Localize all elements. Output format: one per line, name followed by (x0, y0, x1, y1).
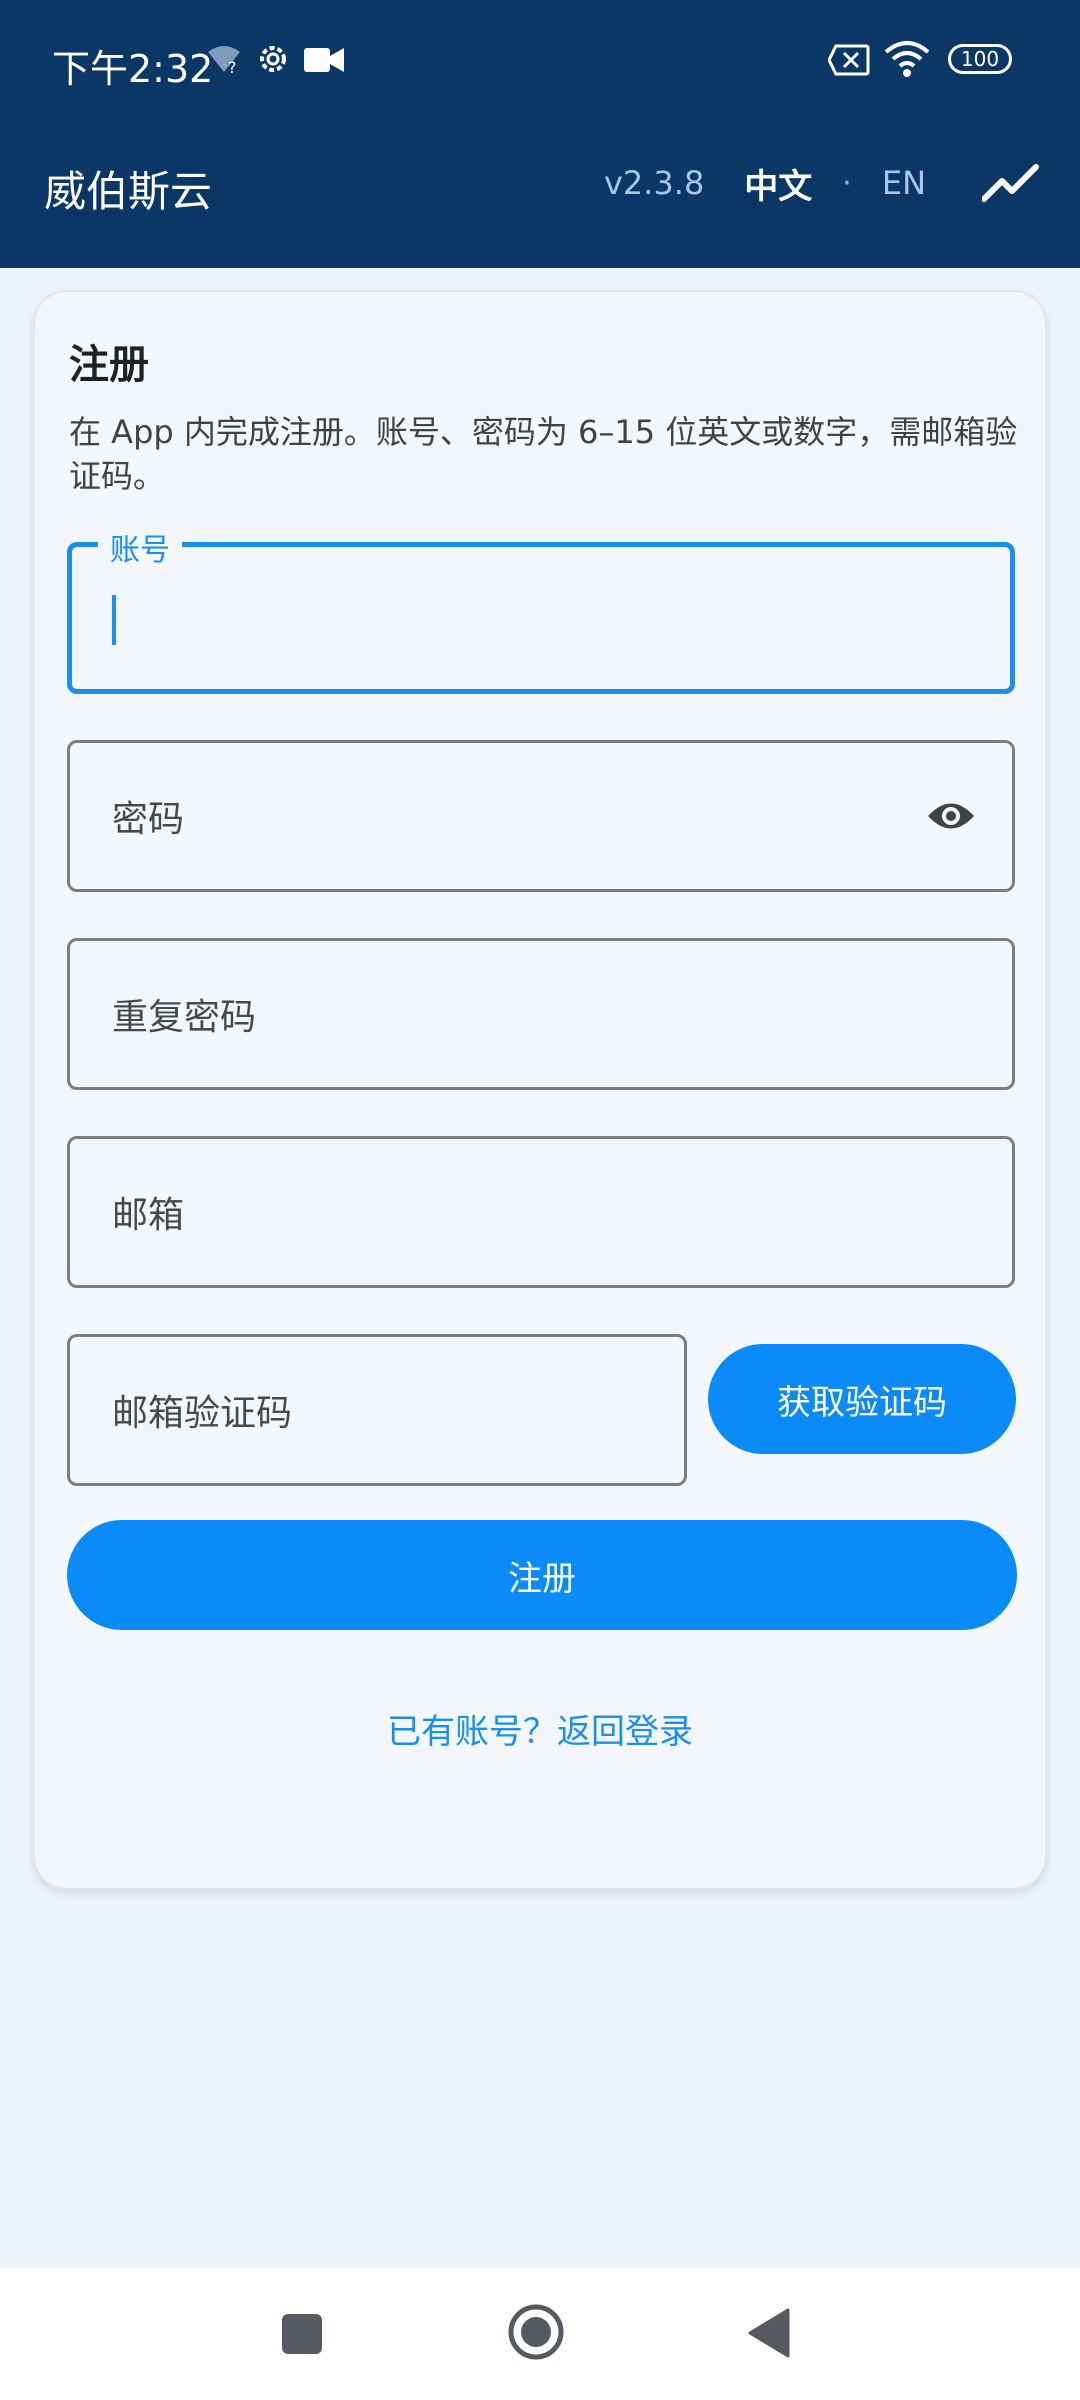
password-placeholder: 密码 (112, 799, 185, 840)
status-bar: 下午2:32 ? 100 (0, 0, 1080, 120)
battery-level: 100 (960, 47, 1000, 71)
app-header: 下午2:32 ? 100 威伯斯云 v2.3.8 中文 · EN (0, 0, 1080, 268)
register-button[interactable]: 注册 (67, 1520, 1017, 1630)
version-label: v2.3.8 (603, 164, 705, 202)
wifi-icon (884, 41, 930, 77)
wifi-question-icon: ? (208, 46, 240, 74)
svg-text:?: ? (228, 58, 237, 74)
repeat-password-field[interactable]: 重复密码 (67, 938, 1015, 1090)
app-title: 威伯斯云 (44, 167, 213, 216)
system-nav-bar (0, 2268, 1080, 2400)
app-bar-actions: v2.3.8 中文 · EN (604, 150, 1040, 216)
register-card: 注册 在 App 内完成注册。账号、密码为 6–15 位英文或数字，需邮箱验证码… (33, 290, 1047, 1890)
recents-square-icon[interactable] (280, 2312, 324, 2356)
register-title: 注册 (69, 342, 149, 388)
repeat-password-placeholder: 重复密码 (112, 997, 257, 1038)
lang-separator: · (842, 165, 852, 201)
password-field[interactable]: 密码 (67, 740, 1015, 892)
gear-icon (260, 46, 286, 72)
email-code-field[interactable]: 邮箱验证码 (67, 1334, 687, 1486)
email-code-placeholder: 邮箱验证码 (112, 1393, 293, 1434)
lang-english-button[interactable]: EN (882, 164, 926, 202)
register-description: 在 App 内完成注册。账号、密码为 6–15 位英文或数字，需邮箱验证码。 (69, 413, 1018, 495)
back-triangle-icon[interactable] (748, 2308, 790, 2358)
sim-off-icon (828, 44, 870, 76)
home-circle-icon[interactable] (506, 2302, 566, 2362)
video-camera-icon (304, 48, 344, 72)
battery-icon: 100 (948, 44, 1012, 74)
status-time: 下午2:32 (52, 47, 214, 91)
email-field[interactable]: 邮箱 (67, 1136, 1015, 1288)
get-code-button[interactable]: 获取验证码 (708, 1344, 1016, 1454)
back-to-login-link[interactable]: 已有账号？返回登录 (35, 1704, 1045, 1753)
email-placeholder: 邮箱 (112, 1195, 185, 1236)
eye-icon[interactable] (926, 799, 976, 833)
trending-up-icon[interactable] (982, 163, 1040, 203)
lang-chinese-button[interactable]: 中文 (744, 159, 812, 208)
text-caret (112, 595, 116, 645)
account-field[interactable]: 账号 (67, 525, 1015, 694)
account-label: 账号 (98, 525, 182, 569)
